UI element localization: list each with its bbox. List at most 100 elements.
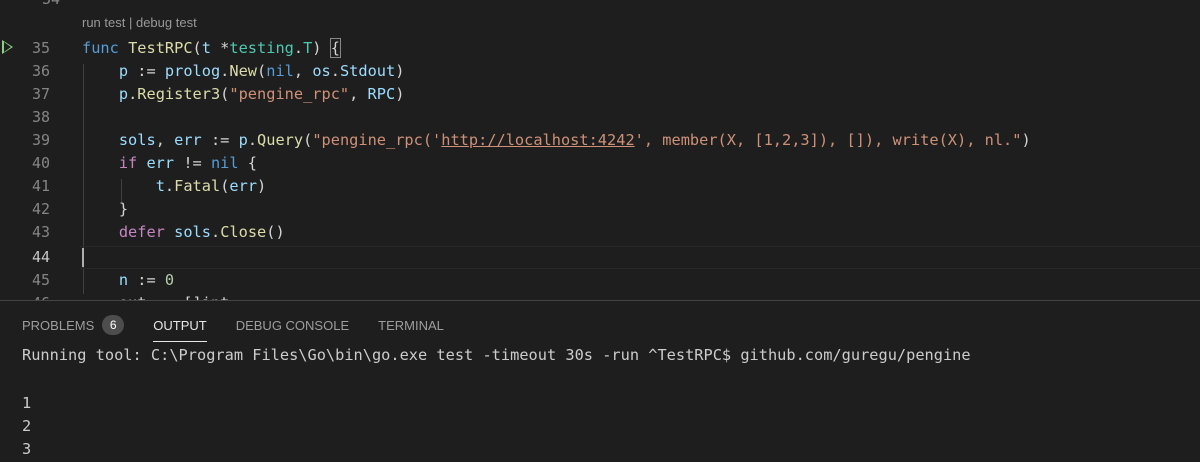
package: testing (229, 39, 294, 57)
line-number: 41 (31, 177, 50, 195)
tab-output[interactable]: OUTPUT (153, 317, 208, 342)
string: ', member(X, [1,2,3]), []), write(X), nl… (634, 131, 1022, 149)
bottom-panel: PROBLEMS 6 OUTPUT DEBUG CONSOLE TERMINAL… (0, 300, 1200, 462)
url-link[interactable]: http://localhost:4242 (441, 131, 634, 149)
punct: * (210, 39, 230, 57)
output-line-command: Running tool: C:\Program Files\Go\bin\go… (22, 346, 971, 364)
punct: ) (312, 39, 331, 57)
punct: , (293, 62, 313, 80)
punct: . (330, 62, 340, 80)
problems-count-badge: 6 (102, 315, 125, 335)
string: "pengine_rpc" (229, 85, 350, 103)
code-line-35: 35 func TestRPC(t *testing.T) { (0, 37, 1200, 60)
punct: ( (257, 62, 267, 80)
line-number: 46 (0, 292, 50, 300)
code-text: p.Register3("pengine_rpc", RPC) (82, 83, 405, 106)
line-number: 42 (31, 200, 50, 218)
punct: ( (303, 131, 313, 149)
function-name: Fatal (174, 177, 221, 195)
op: := (128, 62, 165, 80)
codelens: run test | debug test (82, 15, 197, 30)
var: sols (164, 223, 211, 241)
function-name: Close (220, 223, 267, 241)
output-line: 1 (22, 394, 32, 412)
punct: . (220, 62, 230, 80)
var: err (174, 131, 202, 149)
tab-debug-console[interactable]: DEBUG CONSOLE (236, 318, 349, 336)
punct: , (349, 85, 368, 103)
punct: ) (395, 85, 405, 103)
code-text: sols, err := p.Query("pengine_rpc('http:… (82, 129, 1031, 152)
tab-problems[interactable]: PROBLEMS 6 (22, 315, 125, 338)
punct: { (238, 154, 258, 172)
arg: err (229, 177, 258, 195)
tab-label: OUTPUT (153, 317, 207, 333)
code-text: defer sols.Close() (82, 221, 285, 244)
punct: ) (257, 177, 267, 195)
field: Stdout (339, 62, 396, 80)
punct: . (164, 177, 175, 195)
line-number: 37 (31, 85, 50, 103)
type: T (303, 39, 313, 57)
string: "pengine_rpc(' (312, 131, 442, 149)
function-name: TestRPC (128, 39, 193, 57)
run-test-link[interactable]: run test (82, 15, 125, 30)
var: n (118, 271, 129, 289)
punct: ) (395, 62, 405, 80)
code-text: p := prolog.New(nil, os.Stdout) (82, 60, 405, 83)
punct: () (266, 223, 285, 241)
var: p (118, 62, 129, 80)
code-text: t.Fatal(err) (82, 175, 267, 198)
punct: . (293, 39, 304, 57)
punct: ( (192, 39, 202, 57)
output-line: 2 (22, 417, 32, 435)
package: os (312, 62, 331, 80)
code-line-42: 42 } (0, 198, 1200, 221)
codelens-separator: | (125, 15, 136, 30)
tab-label: PROBLEMS (22, 317, 95, 333)
line-number-34: 34 (20, 0, 60, 8)
keyword: defer (118, 223, 165, 241)
tab-label: TERMINAL (378, 317, 444, 333)
function-name: New (229, 62, 258, 80)
code-text: out := []int (82, 292, 230, 300)
panel-tabs: PROBLEMS 6 OUTPUT DEBUG CONSOLE TERMINAL (22, 315, 473, 342)
code-line-46: 46 out := []int (0, 292, 1200, 300)
current-line-highlight (80, 246, 1200, 269)
code-text: } (82, 198, 128, 221)
param: t (201, 39, 211, 57)
function-name: Register3 (137, 85, 221, 103)
punct: } (118, 200, 129, 218)
line-number: 35 (31, 39, 50, 57)
code-editor[interactable]: 34 run test | debug test 35 func TestRPC… (0, 0, 1200, 300)
number: 0 (164, 271, 175, 289)
var: sols (118, 131, 156, 149)
debug-test-link[interactable]: debug test (136, 15, 197, 30)
text-cursor (82, 248, 84, 267)
op: := (128, 271, 165, 289)
punct: . (128, 85, 138, 103)
punct: . (210, 223, 221, 241)
line-number: 40 (31, 154, 50, 172)
punct: ) (1021, 131, 1031, 149)
arg: RPC (367, 85, 396, 103)
tab-terminal[interactable]: TERMINAL (378, 318, 444, 336)
code-line-43: 43 defer sols.Close() (0, 221, 1200, 244)
line-number: 43 (31, 223, 50, 241)
var: p (118, 85, 129, 103)
keyword: if (118, 154, 138, 172)
line-number: 45 (31, 271, 50, 289)
punct: . (247, 131, 258, 149)
output-line: 3 (22, 440, 32, 458)
matched-brace: { (329, 38, 341, 58)
keyword: func (82, 39, 119, 57)
code-line-44: 44 (0, 246, 1200, 269)
punct: ( (220, 85, 230, 103)
op: != (174, 154, 211, 172)
function-name: Query (257, 131, 304, 149)
var: p (238, 131, 248, 149)
code-line-45: 45 n := 0 (0, 269, 1200, 292)
punct: , (155, 131, 175, 149)
code-line-38: 38 (0, 106, 1200, 129)
code-text: func TestRPC(t *testing.T) { (82, 37, 341, 60)
